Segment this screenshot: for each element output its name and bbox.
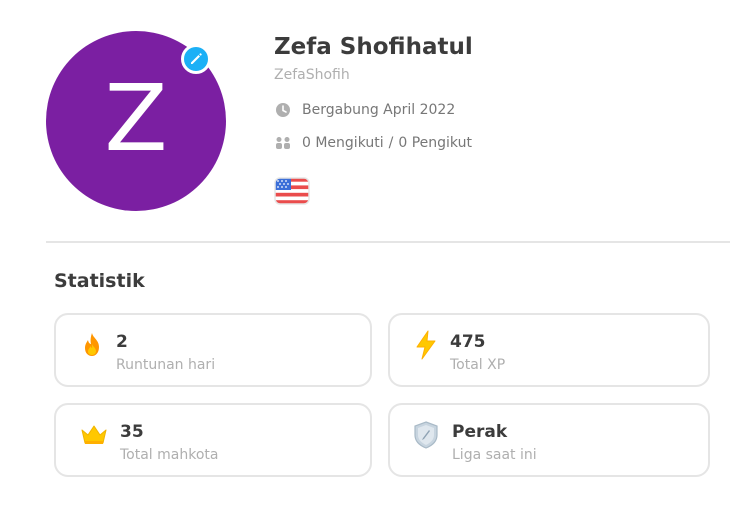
follow-separator: /: [388, 135, 394, 151]
fire-icon: [78, 331, 106, 359]
stat-label-crowns: Total mahkota: [120, 447, 219, 463]
lightning-icon: [412, 330, 440, 360]
stat-card-xp: 475 Total XP: [388, 313, 710, 387]
crown-icon: [80, 421, 108, 449]
follow-row: 0 Mengikuti / 0 Pengikut: [274, 134, 472, 152]
profile-name: Zefa Shofihatul: [274, 34, 473, 60]
silver-league-icon: [412, 421, 440, 449]
clock-icon: [274, 101, 292, 119]
following-link[interactable]: 0 Mengikuti: [302, 135, 384, 151]
stat-card-streak: 2 Runtunan hari: [54, 313, 372, 387]
stat-value-league: Perak: [452, 422, 508, 442]
statistics-title: Statistik: [54, 270, 145, 292]
stat-card-league: Perak Liga saat ini: [388, 403, 710, 477]
avatar-letter: Z: [104, 65, 168, 172]
stat-value-streak: 2: [116, 332, 128, 352]
people-icon: [274, 134, 292, 152]
stat-value-xp: 475: [450, 332, 486, 352]
followers-link[interactable]: 0 Pengikut: [398, 135, 472, 151]
pencil-icon: [191, 53, 202, 64]
profile-username: ZefaShofih: [274, 67, 350, 83]
stat-label-league: Liga saat ini: [452, 447, 537, 463]
us-flag-icon[interactable]: [274, 177, 310, 205]
edit-avatar-button[interactable]: [181, 44, 211, 74]
stat-card-crowns: 35 Total mahkota: [54, 403, 372, 477]
divider: [46, 241, 730, 243]
stat-label-xp: Total XP: [450, 357, 506, 373]
joined-row: Bergabung April 2022: [274, 101, 455, 119]
joined-text: Bergabung April 2022: [302, 102, 456, 118]
stat-value-crowns: 35: [120, 422, 144, 442]
stat-label-streak: Runtunan hari: [116, 357, 216, 373]
